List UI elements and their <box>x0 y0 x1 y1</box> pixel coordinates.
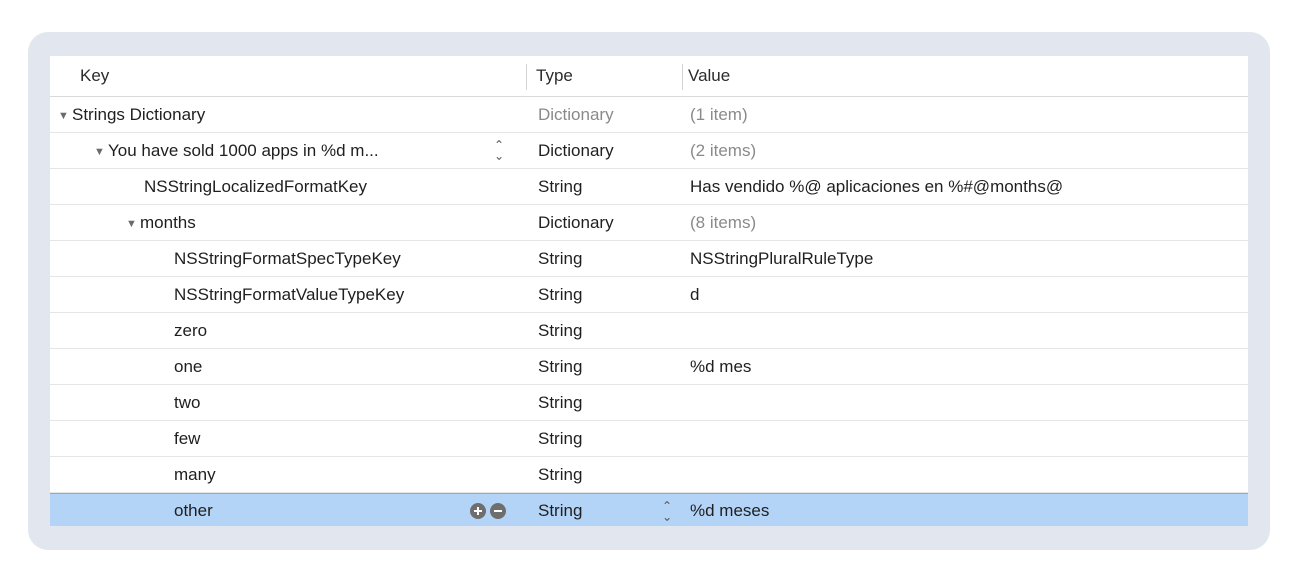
outer-frame: Key Type Value ▼ Strings Dictionary Dicti… <box>28 32 1270 550</box>
up-down-chevron-icon[interactable]: ⌃ ⌃ <box>494 133 504 162</box>
row-type[interactable]: Dictionary <box>538 205 614 240</box>
row-type[interactable]: String <box>538 349 582 384</box>
row-key[interactable]: months <box>140 213 196 232</box>
row-type[interactable]: String <box>538 169 582 204</box>
row-key[interactable]: zero <box>174 313 207 348</box>
table-row[interactable]: ▼ Strings Dictionary Dictionary (1 item) <box>50 97 1248 133</box>
row-key: Strings Dictionary <box>72 105 206 124</box>
row-value[interactable]: d <box>690 277 699 312</box>
row-value: (8 items) <box>690 213 757 232</box>
row-value: (1 item) <box>690 105 748 124</box>
column-header-key[interactable]: Key <box>80 56 109 96</box>
disclosure-triangle-down-icon[interactable]: ▼ <box>94 135 108 170</box>
row-value[interactable]: %d mes <box>690 349 751 384</box>
row-type[interactable]: String <box>538 457 582 492</box>
row-value[interactable]: NSStringPluralRuleType <box>690 241 873 276</box>
table-row[interactable]: ▼ months Dictionary (8 items) <box>50 205 1248 241</box>
row-key[interactable]: NSStringLocalizedFormatKey <box>144 169 367 204</box>
column-divider[interactable] <box>526 64 527 90</box>
table-row[interactable]: ▼ You have sold 1000 apps in %d m... ⌃ ⌃ D… <box>50 133 1248 169</box>
table-row[interactable]: zero String <box>50 313 1248 349</box>
row-value: (2 items) <box>690 141 757 160</box>
table-row[interactable]: NSStringFormatSpecTypeKey String NSStrin… <box>50 241 1248 277</box>
column-header-value[interactable]: Value <box>688 56 730 96</box>
row-value[interactable]: Has vendido %@ aplicaciones en %#@months… <box>690 169 1063 204</box>
key-cell: ▼ Strings Dictionary <box>58 97 205 134</box>
key-cell: ▼ months <box>126 205 196 242</box>
row-type: Dictionary <box>538 105 614 124</box>
row-key[interactable]: NSStringFormatValueTypeKey <box>174 277 404 312</box>
column-header-type[interactable]: Type <box>536 56 573 96</box>
table-row[interactable]: NSStringLocalizedFormatKey String Has ve… <box>50 169 1248 205</box>
disclosure-triangle-down-icon[interactable]: ▼ <box>126 207 140 242</box>
table-row[interactable]: many String <box>50 457 1248 493</box>
row-value[interactable]: %d meses <box>690 494 769 526</box>
table-row[interactable]: NSStringFormatValueTypeKey String d <box>50 277 1248 313</box>
row-key[interactable]: other <box>174 494 213 526</box>
row-key[interactable]: NSStringFormatSpecTypeKey <box>174 241 401 276</box>
row-type[interactable]: Dictionary <box>538 133 614 168</box>
row-type[interactable]: String <box>538 241 582 276</box>
table-row-selected[interactable]: other String ⌃ ⌃ %d meses <box>50 493 1248 526</box>
plist-editor: Key Type Value ▼ Strings Dictionary Dicti… <box>50 56 1248 526</box>
row-key[interactable]: many <box>174 457 216 492</box>
disclosure-triangle-down-icon[interactable]: ▼ <box>58 99 72 134</box>
row-type[interactable]: String <box>538 313 582 348</box>
row-type[interactable]: String <box>538 494 582 526</box>
column-header: Key Type Value <box>50 56 1248 97</box>
column-divider[interactable] <box>682 64 683 90</box>
table-row[interactable]: two String <box>50 385 1248 421</box>
table-row[interactable]: one String %d mes <box>50 349 1248 385</box>
row-key[interactable]: two <box>174 385 200 420</box>
up-down-chevron-icon[interactable]: ⌃ ⌃ <box>662 494 672 523</box>
table-row[interactable]: few String <box>50 421 1248 457</box>
minus-circle-icon[interactable] <box>490 503 506 519</box>
row-type[interactable]: String <box>538 277 582 312</box>
row-type[interactable]: String <box>538 385 582 420</box>
row-key[interactable]: one <box>174 349 202 384</box>
outline-rows: ▼ Strings Dictionary Dictionary (1 item) … <box>50 97 1248 526</box>
plus-circle-icon[interactable] <box>470 503 486 519</box>
row-key[interactable]: You have sold 1000 apps in %d m... <box>108 141 379 160</box>
row-type[interactable]: String <box>538 421 582 456</box>
key-cell: ▼ You have sold 1000 apps in %d m... <box>94 133 379 170</box>
row-key[interactable]: few <box>174 421 200 456</box>
